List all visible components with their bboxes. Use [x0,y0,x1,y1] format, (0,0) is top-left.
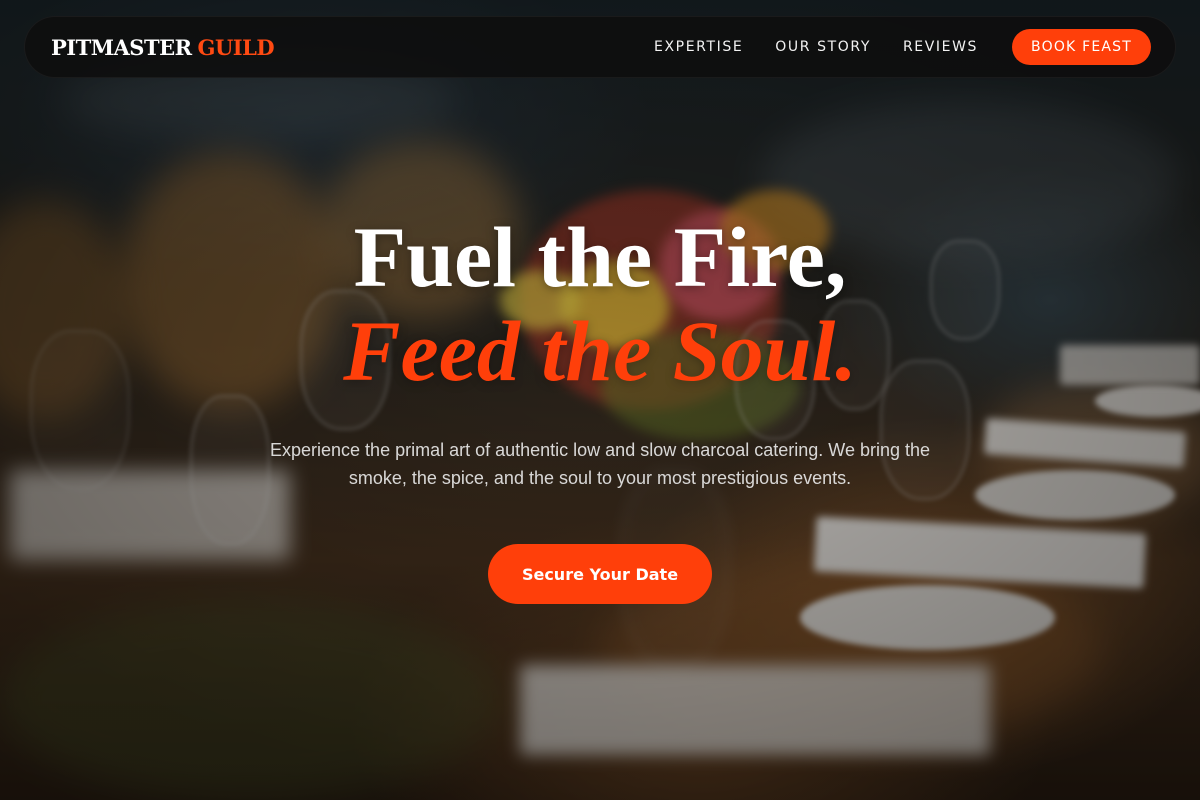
nav-links: EXPERTISE OUR STORY REVIEWS BOOK FEAST [654,29,1151,65]
hero-subtext: Experience the primal art of authentic l… [270,440,931,488]
nav-link-our-story[interactable]: OUR STORY [775,39,871,55]
top-navbar: PITMASTER GUILD EXPERTISE OUR STORY REVI… [24,16,1176,78]
nav-link-expertise[interactable]: EXPERTISE [654,39,743,55]
secure-your-date-button[interactable]: Secure Your Date [488,544,712,604]
brand-logo[interactable]: PITMASTER GUILD [51,34,275,60]
brand-accent: GUILD [197,34,275,60]
book-feast-button[interactable]: BOOK FEAST [1012,29,1151,65]
hero-headline-line2: Feed the Soul. [343,303,857,399]
hero-headline-line1: Fuel the Fire, [353,209,847,305]
hero-section: Fuel the Fire, Feed the Soul. Experience… [0,210,1200,604]
nav-link-reviews[interactable]: REVIEWS [903,39,978,55]
brand-name: PITMASTER [51,34,192,60]
